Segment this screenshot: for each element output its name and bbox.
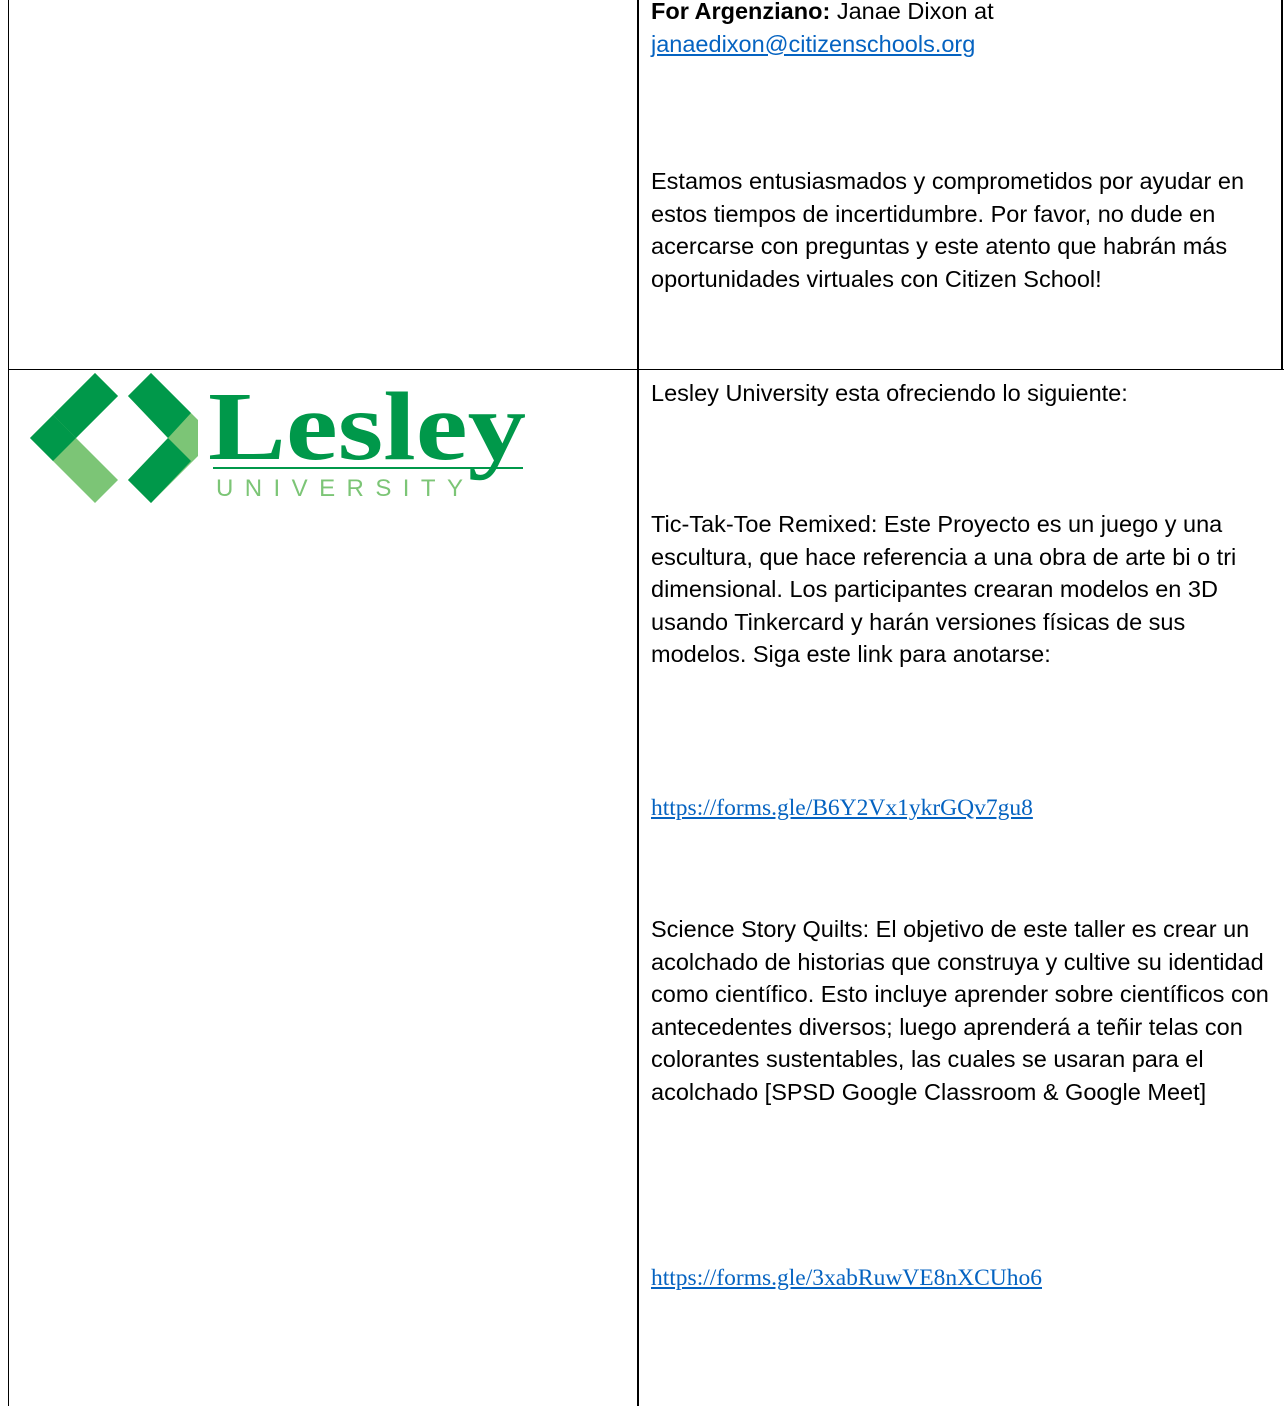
contact-name: Janae Dixon at <box>830 0 994 24</box>
lesley-university-logo: Lesley UNIVERSITY <box>30 373 526 503</box>
program-tic-tak-toe-link[interactable]: https://forms.gle/B6Y2Vx1ykrGQv7gu8 <box>651 793 1033 823</box>
program-science-quilts-description: Science Story Quilts: El objetivo de est… <box>651 916 1269 1105</box>
table-border-middle <box>637 0 639 1406</box>
logo-wordmark: Lesley <box>208 373 526 481</box>
table-border-right <box>1281 0 1283 370</box>
contact-label: For Argenziano: <box>651 0 831 24</box>
logo-rule <box>213 467 523 469</box>
lesley-intro: Lesley University esta ofreciendo lo sig… <box>651 380 1128 406</box>
document-table: For Argenziano: Janae Dixon at janaedixo… <box>0 0 1284 1406</box>
table-border-left <box>8 0 9 1406</box>
table-row-divider <box>8 369 1284 370</box>
closing-paragraph: Estamos entusiasmados y comprometidos po… <box>651 168 1245 292</box>
program-tic-tak-toe-description: Tic-Tak-Toe Remixed: Este Proyecto es un… <box>651 511 1237 667</box>
program-science-quilts-link[interactable]: https://forms.gle/3xabRuwVE8nXCUho6 <box>651 1263 1042 1293</box>
contact-email-link[interactable]: janaedixon@citizenschools.org <box>651 31 975 57</box>
contact-paragraph: For Argenziano: Janae Dixon at janaedixo… <box>651 0 1281 60</box>
